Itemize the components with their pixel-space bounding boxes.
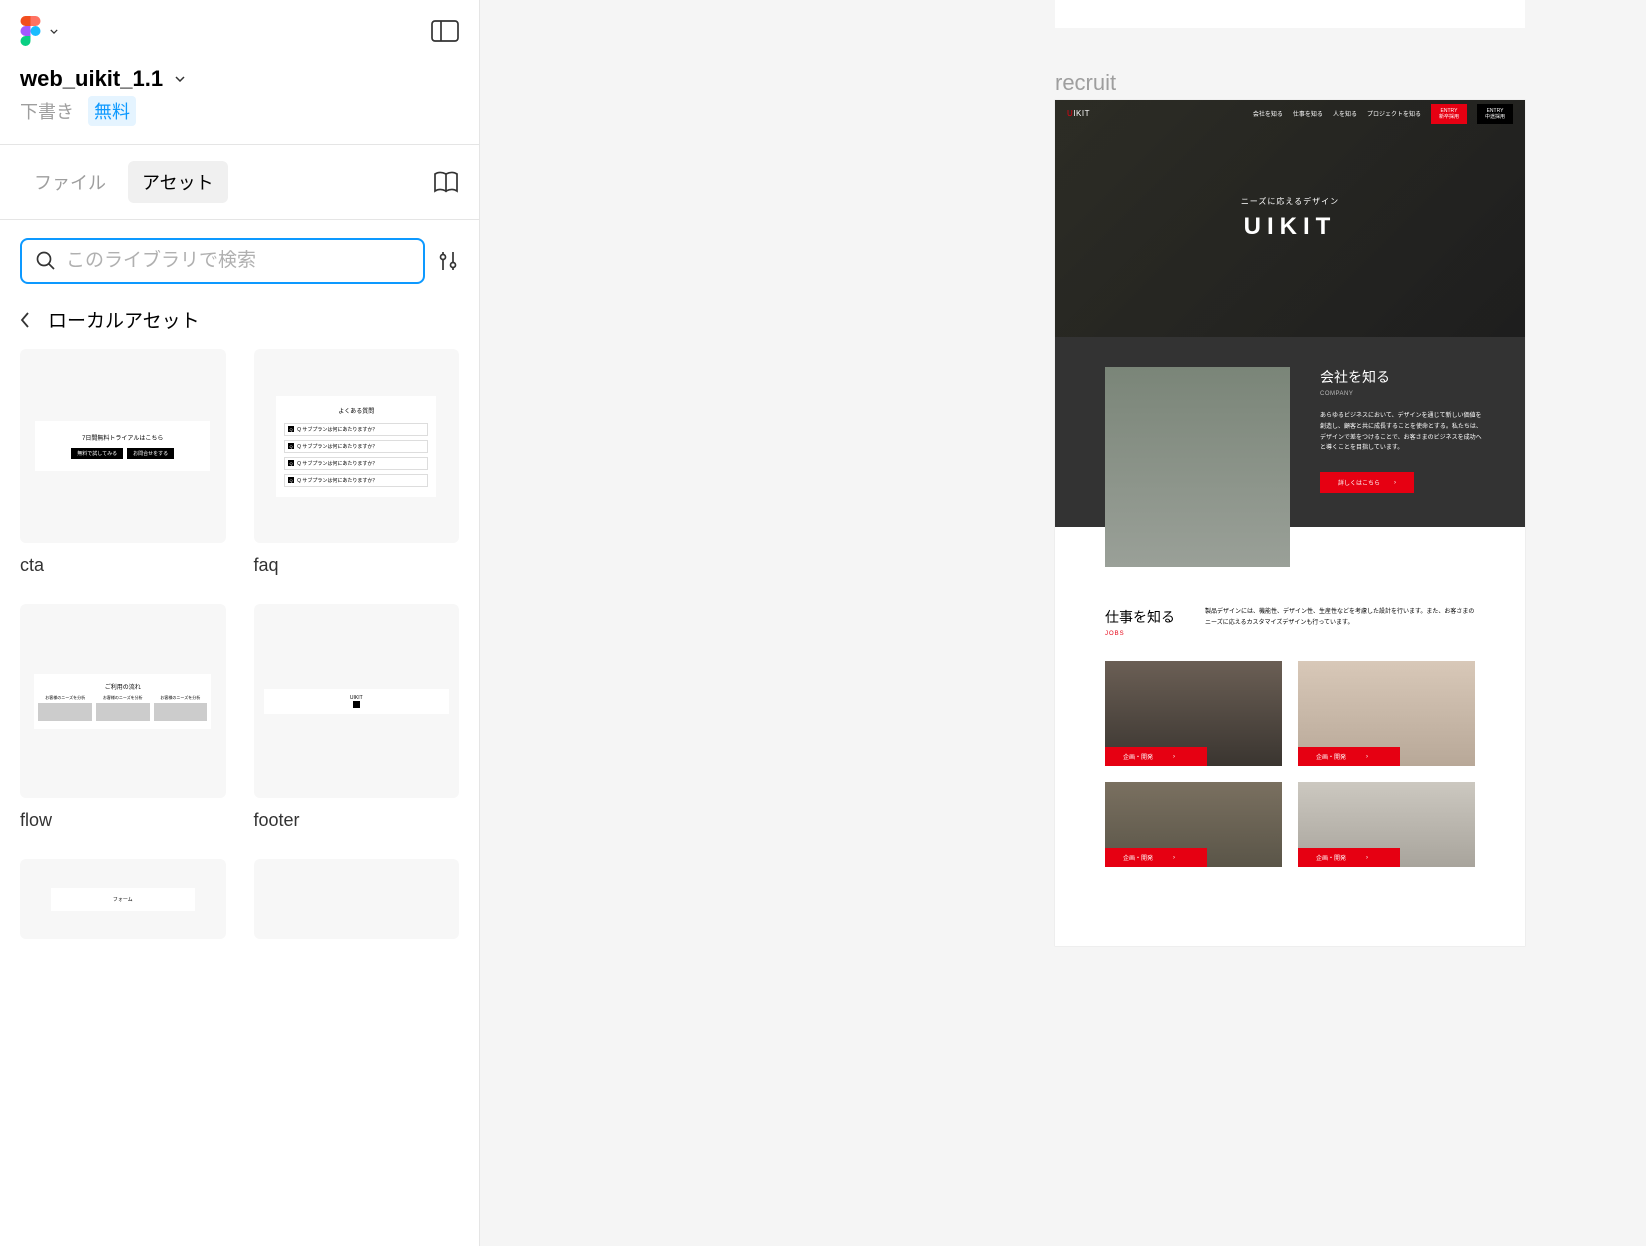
- breadcrumb-label: ローカルアセット: [48, 306, 200, 333]
- nav-entry-new: ENTRY新卒採用: [1431, 104, 1467, 124]
- assets-grid: 7日間無料トライアルはこちら 無料で試してみるお問合せをする cta よくある質…: [0, 349, 479, 939]
- subtitle-row: 下書き 無料: [0, 96, 479, 144]
- job-card: 企画・開発›: [1105, 782, 1282, 867]
- asset-name: footer: [254, 810, 460, 831]
- asset-item-flow[interactable]: ご利用の流れ お客様のニーズを分析 お客様のニーズを分析 お客様のニーズを分析 …: [20, 604, 226, 831]
- asset-thumb: 7日間無料トライアルはこちら 無料で試してみるお問合せをする: [20, 349, 226, 543]
- filter-icon[interactable]: [437, 250, 459, 272]
- recruit-company-section: 会社を知る COMPANY あらゆるビジネスにおいて、デザインを通じて新しい価値…: [1055, 337, 1525, 527]
- frame-recruit[interactable]: UIKIT 会社を知る 仕事を知る 人を知る プロジェクトを知る ENTRY新卒…: [1055, 100, 1525, 946]
- search-input[interactable]: [66, 250, 409, 272]
- free-badge[interactable]: 無料: [88, 96, 136, 126]
- asset-item-footer[interactable]: UIKIT footer: [254, 604, 460, 831]
- canvas[interactable]: recruit co UIKIT 会社を知る 仕事を知る 人を知る プロジェクト…: [480, 0, 1646, 1246]
- hero-title: UIKIT: [1244, 213, 1337, 241]
- recruit-logo: UIKIT: [1067, 109, 1090, 118]
- hero-subtitle: ニーズに応えるデザイン: [1241, 196, 1339, 207]
- company-more-button: 詳しくはこちら›: [1320, 472, 1414, 493]
- tab-assets[interactable]: アセット: [128, 161, 228, 203]
- asset-thumb: よくある質問 QQ サブプランは何にあたりますか？ QQ サブプランは何にあたり…: [254, 349, 460, 543]
- nav-entry-mid: ENTRY中途採用: [1477, 104, 1513, 124]
- asset-item-placeholder[interactable]: [254, 859, 460, 939]
- chevron-down-icon: [175, 76, 185, 82]
- file-title-row[interactable]: web_uikit_1.1: [0, 62, 479, 96]
- recruit-hero: UIKIT 会社を知る 仕事を知る 人を知る プロジェクトを知る ENTRY新卒…: [1055, 100, 1525, 337]
- panel-tabs: ファイル アセット: [0, 144, 479, 220]
- library-icon[interactable]: [433, 171, 459, 193]
- panel-toggle-button[interactable]: [431, 20, 459, 42]
- figma-logo-icon: [20, 16, 42, 46]
- asset-name: faq: [254, 555, 460, 576]
- company-title: 会社を知る: [1320, 367, 1485, 387]
- company-subtitle: COMPANY: [1320, 391, 1485, 397]
- jobs-subtitle: JOBS: [1105, 631, 1175, 637]
- search-icon: [36, 251, 56, 271]
- frame-slice: [1055, 0, 1525, 28]
- company-image: [1105, 367, 1290, 567]
- nav-link: 人を知る: [1333, 109, 1357, 118]
- nav-link: 会社を知る: [1253, 109, 1283, 118]
- nav-link: 仕事を知る: [1293, 109, 1323, 118]
- job-card: 企画・開発›: [1105, 661, 1282, 766]
- left-panel: web_uikit_1.1 下書き 無料 ファイル アセット ローカルアセット: [0, 0, 480, 1246]
- search-box[interactable]: [20, 238, 425, 284]
- nav-link: プロジェクトを知る: [1367, 109, 1421, 118]
- top-bar: [0, 0, 479, 62]
- file-title: web_uikit_1.1: [20, 66, 163, 92]
- jobs-description: 製品デザインには、機能性、デザイン性、生産性などを考慮した設計を行います。また、…: [1205, 607, 1475, 637]
- frame-label-recruit[interactable]: recruit: [1055, 70, 1116, 96]
- asset-thumb: UIKIT: [254, 604, 460, 798]
- asset-name: cta: [20, 555, 226, 576]
- company-body: あらゆるビジネスにおいて、デザインを通じて新しい価値を創造し、顧客と共に成長する…: [1320, 411, 1485, 454]
- search-row: [0, 220, 479, 296]
- tab-file[interactable]: ファイル: [20, 161, 120, 203]
- asset-thumb: フォーム: [20, 859, 226, 939]
- recruit-nav: UIKIT 会社を知る 仕事を知る 人を知る プロジェクトを知る ENTRY新卒…: [1055, 100, 1525, 127]
- chevron-down-icon: [50, 29, 58, 34]
- asset-thumb: ご利用の流れ お客様のニーズを分析 お客様のニーズを分析 お客様のニーズを分析: [20, 604, 226, 798]
- job-card: 企画・開発›: [1298, 782, 1475, 867]
- breadcrumb: ローカルアセット: [0, 296, 479, 349]
- asset-name: flow: [20, 810, 226, 831]
- recruit-jobs-section: 仕事を知る JOBS 製品デザインには、機能性、デザイン性、生産性などを考慮した…: [1055, 527, 1525, 897]
- asset-item-faq[interactable]: よくある質問 QQ サブプランは何にあたりますか？ QQ サブプランは何にあたり…: [254, 349, 460, 576]
- jobs-title: 仕事を知る: [1105, 607, 1175, 627]
- asset-item-cta[interactable]: 7日間無料トライアルはこちら 無料で試してみるお問合せをする cta: [20, 349, 226, 576]
- back-icon[interactable]: [20, 312, 30, 328]
- draft-label[interactable]: 下書き: [20, 98, 74, 124]
- asset-thumb: [254, 859, 460, 939]
- figma-menu-button[interactable]: [20, 16, 58, 46]
- asset-item-form[interactable]: フォーム: [20, 859, 226, 939]
- job-card: 企画・開発›: [1298, 661, 1475, 766]
